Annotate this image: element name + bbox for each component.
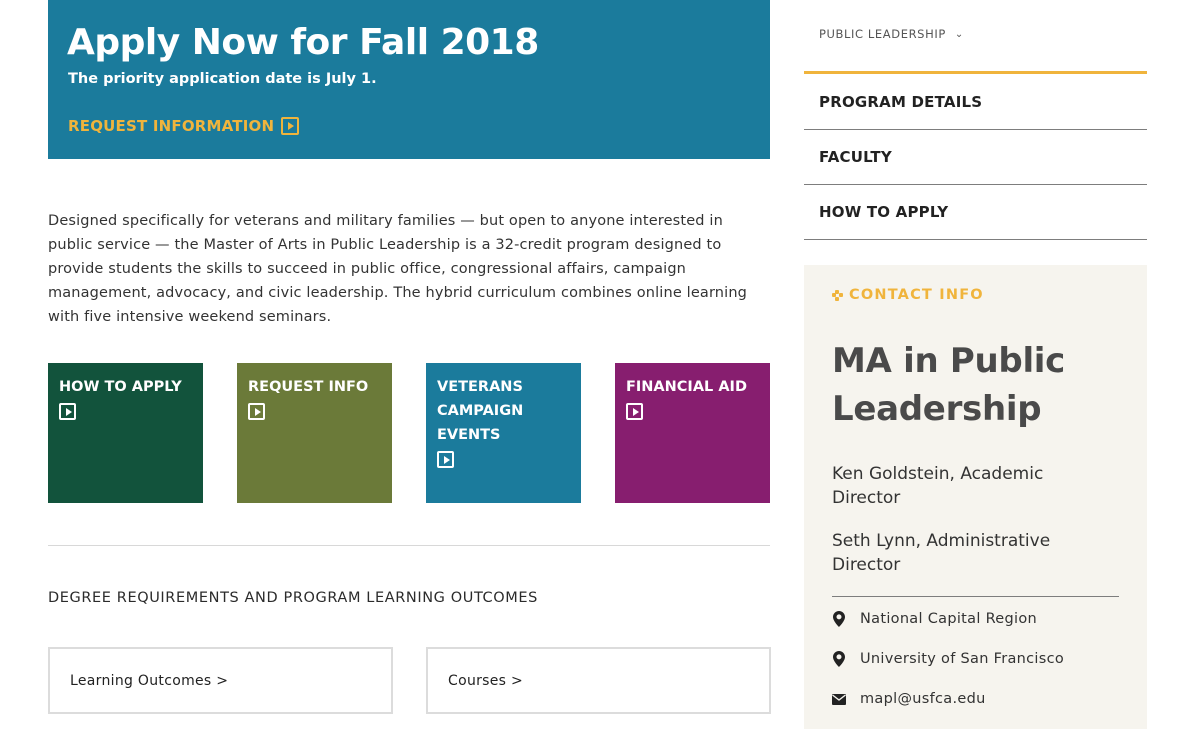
play-icon	[437, 451, 454, 468]
card-label: Learning Outcomes >	[70, 672, 229, 689]
dots-icon	[832, 289, 843, 301]
play-icon	[248, 403, 265, 420]
banner-title: Apply Now for Fall 2018	[67, 22, 539, 63]
tile-veterans-campaign-events[interactable]: VETERANS CAMPAIGN EVENTS	[426, 363, 581, 503]
map-pin-icon	[832, 611, 846, 627]
email-row: mapl@usfca.edu	[832, 691, 986, 707]
section-divider	[48, 545, 770, 546]
tile-label: HOW TO APPLY	[59, 379, 182, 395]
contact-heading-label: CONTACT INFO	[849, 287, 984, 303]
request-information-link[interactable]: REQUEST INFORMATION	[68, 117, 300, 135]
banner-subtitle: The priority application date is July 1.	[68, 71, 377, 87]
contact-info-panel: CONTACT INFO MA in Public Leadership Ken…	[804, 265, 1147, 729]
contact-divider	[832, 596, 1119, 597]
tile-label: VETERANS CAMPAIGN EVENTS	[437, 379, 524, 443]
sidebar-item-program-details[interactable]: PROGRAM DETAILS	[804, 74, 1147, 130]
tile-request-info[interactable]: REQUEST INFO	[237, 363, 392, 503]
program-description: Designed specifically for veterans and m…	[48, 213, 748, 325]
program-title: MA in Public Leadership	[832, 341, 1066, 429]
dropdown-label: PUBLIC LEADERSHIP	[819, 27, 946, 41]
tile-financial-aid[interactable]: FINANCIAL AID	[615, 363, 770, 503]
location-label: University of San Francisco	[860, 651, 1065, 667]
play-icon	[59, 403, 76, 420]
contact-heading: CONTACT INFO	[832, 287, 984, 303]
chevron-down-icon: ⌄	[954, 28, 964, 40]
envelope-icon	[832, 693, 846, 705]
quick-links: HOW TO APPLY REQUEST INFO VETERANS CAMPA…	[48, 363, 770, 503]
contact-person: Ken Goldstein, Academic Director	[832, 464, 1044, 508]
contact-person: Seth Lynn, Administrative Director	[832, 531, 1051, 575]
email-link[interactable]: mapl@usfca.edu	[860, 691, 986, 707]
sidebar-item-faculty[interactable]: FACULTY	[804, 130, 1147, 185]
sidebar-item-how-to-apply[interactable]: HOW TO APPLY	[804, 185, 1147, 240]
play-icon	[281, 117, 300, 135]
sidebar-nav: PROGRAM DETAILS FACULTY HOW TO APPLY	[804, 74, 1147, 240]
tile-label: FINANCIAL AID	[626, 379, 747, 395]
location-row: National Capital Region	[832, 611, 1037, 627]
location-label: National Capital Region	[860, 611, 1038, 627]
play-icon	[626, 403, 643, 420]
courses-card[interactable]: Courses >	[426, 647, 771, 714]
tile-label: REQUEST INFO	[248, 379, 369, 395]
degree-requirements-heading: DEGREE REQUIREMENTS AND PROGRAM LEARNING…	[48, 590, 538, 606]
card-label: Courses >	[448, 672, 524, 689]
map-pin-icon	[832, 651, 846, 667]
program-dropdown[interactable]: PUBLIC LEADERSHIP ⌄	[819, 27, 964, 41]
learning-outcomes-card[interactable]: Learning Outcomes >	[48, 647, 393, 714]
apply-banner: Apply Now for Fall 2018 The priority app…	[48, 0, 770, 159]
location-row: University of San Francisco	[832, 651, 1064, 667]
tile-how-to-apply[interactable]: HOW TO APPLY	[48, 363, 203, 503]
request-information-label: REQUEST INFORMATION	[68, 117, 275, 135]
